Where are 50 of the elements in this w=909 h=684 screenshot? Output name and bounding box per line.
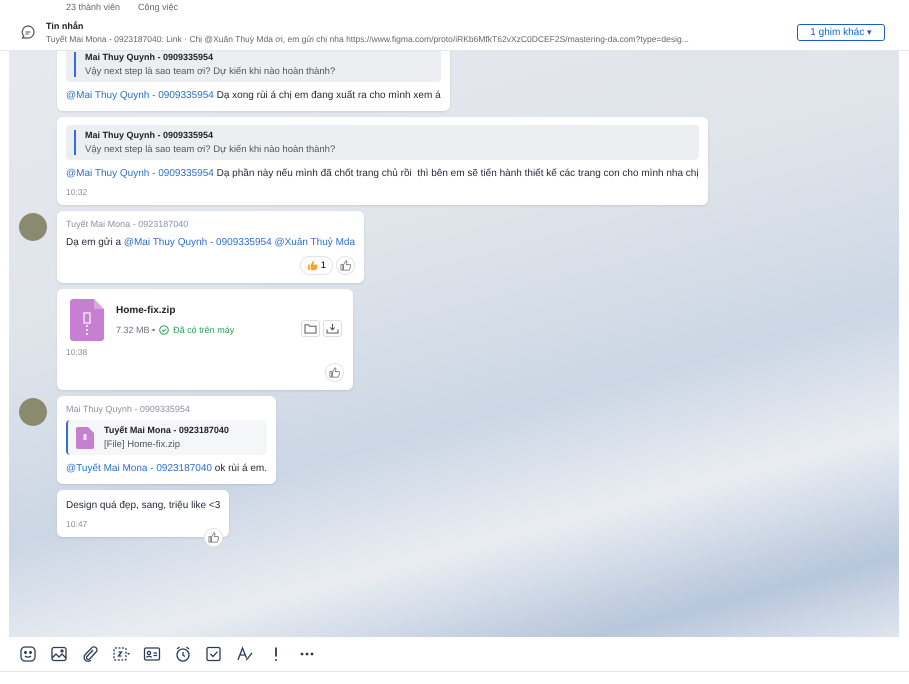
member-count[interactable]: 23 thành viên bbox=[66, 2, 120, 12]
quoted-message[interactable]: Tuyết Mai Mona - 0923187040 [File] Home-fix.zip bbox=[66, 420, 268, 455]
like-button[interactable] bbox=[336, 256, 356, 275]
sender-name: Tuyết Mai Mona - 0923187040 bbox=[66, 219, 190, 229]
avatar[interactable] bbox=[19, 213, 47, 241]
tasks-link[interactable]: Công việc bbox=[138, 2, 178, 12]
quote-author: Tuyết Mai Mona - 0923187040 bbox=[104, 425, 229, 435]
zip-file-icon bbox=[70, 299, 104, 341]
like-button[interactable] bbox=[204, 528, 224, 547]
timestamp: 10:47 bbox=[66, 519, 88, 529]
more-pins-button[interactable]: 1 ghim khác ▾ bbox=[797, 24, 885, 40]
quote-text: Vậy next step là sao team ơi? Dự kiến khi nào hoàn thành? bbox=[85, 66, 336, 77]
reaction-count[interactable]: 1 bbox=[300, 256, 334, 275]
quote-text: [File] Home-fix.zip bbox=[104, 439, 182, 450]
file-size: 7.32 MB • bbox=[116, 325, 156, 335]
quoted-message[interactable]: Mai Thuy Quynh - 0909335954 Vậy next step là sao team ơi? Dự kiến khi nào hoàn thành? bbox=[66, 51, 441, 82]
mention-link[interactable]: @Xuân Thuỷ Mda bbox=[274, 237, 356, 248]
timestamp: 10:32 bbox=[66, 187, 88, 197]
quote-text: Vậy next step là sao team ơi? Dự kiến khi nào hoàn thành? bbox=[85, 144, 336, 155]
thumbs-up-icon bbox=[208, 532, 220, 543]
message-text: @Mai Thuy Quynh - 0909335954 Dạ phần này nếu mình đã chốt trang chủ rồi thì bên em sẽ tiến hành thiết kế các trang con cho mình nha chị bbox=[66, 167, 699, 181]
message-text: Design quá đẹp, sang, triệu like <3 bbox=[66, 499, 220, 513]
thumbs-up-icon bbox=[329, 367, 340, 378]
quote-author: Mai Thuy Quynh - 0909335954 bbox=[85, 52, 214, 62]
mention-link[interactable]: @Tuyết Mai Mona - 0923187040 bbox=[66, 463, 212, 474]
mention-link[interactable]: @Mai Thuy Quynh - 0909335954 bbox=[124, 237, 272, 248]
timestamp: 10:38 bbox=[66, 347, 88, 357]
file-status: Đã có trên máy bbox=[173, 325, 234, 335]
quote-author: Mai Thuy Quynh - 0909335954 bbox=[85, 130, 214, 140]
check-circle-icon bbox=[159, 325, 170, 335]
like-button[interactable] bbox=[325, 363, 344, 382]
pinned-message-preview[interactable]: Tuyết Mai Mona - 0923187040: Link · Chị @Xuân Thuỳ Mda ơi, em gửi chị nha https://www.figma.com/proto/iRKb6MfkT62vXzC0DCEF2S/mastering-da.com?type=desig... bbox=[46, 34, 788, 44]
download-icon[interactable] bbox=[323, 320, 342, 337]
pinned-label: Tin nhắn bbox=[46, 20, 84, 30]
avatar[interactable] bbox=[19, 398, 47, 426]
thumbs-up-icon bbox=[340, 260, 352, 271]
zip-file-icon bbox=[76, 426, 94, 448]
file-name[interactable]: Home-fix.zip bbox=[116, 305, 289, 316]
image-icon[interactable] bbox=[49, 644, 69, 664]
thumbs-up-icon bbox=[306, 260, 318, 271]
folder-icon[interactable] bbox=[301, 320, 320, 337]
sender-name: Mai Thuy Quynh - 0909335954 bbox=[66, 404, 191, 414]
message-text: Dạ em gửi a @Mai Thuy Quynh - 0909335954 @Xuân Thuỷ Mda bbox=[66, 236, 356, 250]
mention-link[interactable]: @Mai Thuy Quynh - 0909335954 bbox=[66, 90, 214, 101]
message-text: @Tuyết Mai Mona - 0923187040 ok rùi á em. bbox=[66, 462, 268, 476]
mention-link[interactable]: @Mai Thuy Quynh - 0909335954 bbox=[66, 168, 214, 179]
message-text: @Mai Thuy Quynh - 0909335954 Dạ xong rùi á chị em đang xuất ra cho mình xem á bbox=[66, 89, 441, 103]
sticker-icon[interactable] bbox=[18, 644, 38, 664]
chat-bubble-icon bbox=[20, 24, 36, 40]
quoted-message[interactable]: Mai Thuy Quynh - 0909335954 Vậy next step là sao team ơi? Dự kiến khi nào hoàn thành? bbox=[66, 125, 699, 160]
